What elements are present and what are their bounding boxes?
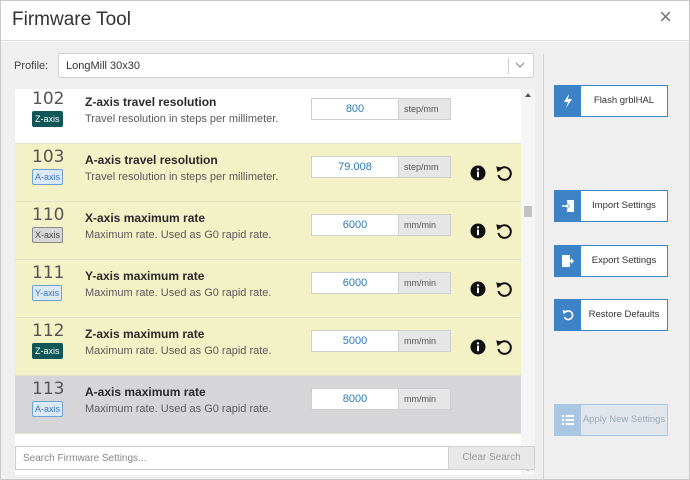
setting-title: X-axis maximum rate bbox=[85, 211, 206, 225]
profile-label: Profile: bbox=[14, 60, 49, 72]
axis-badge: A-axis bbox=[32, 401, 64, 417]
axis-badge: X-axis bbox=[32, 227, 64, 243]
setting-description: Travel resolution in steps per millimete… bbox=[85, 171, 279, 183]
scroll-thumb[interactable] bbox=[524, 206, 532, 217]
setting-title: Y-axis maximum rate bbox=[85, 269, 205, 283]
bolt-icon bbox=[555, 86, 581, 116]
setting-unit: step/mm bbox=[399, 156, 451, 178]
list-icon bbox=[555, 405, 581, 435]
profile-select[interactable]: LongMill 30x30 bbox=[58, 53, 534, 78]
setting-row-113: 113 A-axis A-axis maximum rate Maximum r… bbox=[15, 376, 525, 434]
reset-icon[interactable] bbox=[495, 280, 513, 298]
settings-list[interactable]: 102 Z-axis Z-axis travel resolution Trav… bbox=[15, 89, 535, 475]
firmware-tool-dialog: Firmware Tool × Profile: LongMill 30x30 … bbox=[0, 0, 690, 480]
profile-value: LongMill 30x30 bbox=[66, 60, 140, 72]
setting-value-input[interactable]: 5000 bbox=[311, 330, 399, 352]
setting-description: Travel resolution in steps per millimete… bbox=[85, 113, 279, 125]
setting-value-input[interactable]: 8000 bbox=[311, 388, 399, 410]
export-settings-label: Export Settings bbox=[591, 255, 657, 266]
setting-value-input[interactable]: 6000 bbox=[311, 272, 399, 294]
profile-divider bbox=[508, 58, 509, 74]
setting-unit: mm/min bbox=[399, 272, 451, 294]
setting-number: 110 bbox=[32, 205, 65, 225]
setting-number: 111 bbox=[32, 263, 65, 283]
import-settings-button[interactable]: Import Settings bbox=[554, 190, 668, 222]
setting-value-input[interactable]: 79.008 bbox=[311, 156, 399, 178]
axis-badge: Z-axis bbox=[32, 343, 63, 359]
scroll-up-icon[interactable] bbox=[525, 93, 531, 97]
setting-title: Z-axis maximum rate bbox=[85, 327, 205, 341]
apply-settings-button[interactable]: Apply New Settings bbox=[554, 404, 668, 436]
setting-title: A-axis maximum rate bbox=[85, 385, 206, 399]
sidebar-divider bbox=[543, 54, 544, 479]
search-input[interactable]: Search Firmware Settings... bbox=[15, 446, 448, 470]
setting-unit: step/mm bbox=[399, 98, 451, 120]
setting-row-103: 103 A-axis A-axis travel resolution Trav… bbox=[15, 144, 525, 202]
clear-search-button[interactable]: Clear Search bbox=[448, 446, 535, 470]
settings-scrollbar[interactable] bbox=[521, 89, 535, 475]
info-icon[interactable] bbox=[470, 165, 486, 181]
setting-unit: mm/min bbox=[399, 388, 451, 410]
setting-value-input[interactable]: 6000 bbox=[311, 214, 399, 236]
setting-description: Maximum rate. Used as G0 rapid rate. bbox=[85, 287, 272, 299]
setting-number: 112 bbox=[32, 321, 65, 341]
dialog-titlebar: Firmware Tool × bbox=[1, 1, 689, 41]
setting-row-102: 102 Z-axis Z-axis travel resolution Trav… bbox=[15, 89, 525, 144]
setting-row-111: 111 Y-axis Y-axis maximum rate Maximum r… bbox=[15, 260, 525, 318]
restore-defaults-label: Restore Defaults bbox=[588, 309, 660, 320]
restore-icon bbox=[555, 300, 581, 330]
setting-description: Maximum rate. Used as G0 rapid rate. bbox=[85, 229, 272, 241]
restore-defaults-button[interactable]: Restore Defaults bbox=[554, 299, 668, 331]
setting-row-110: 110 X-axis X-axis maximum rate Maximum r… bbox=[15, 202, 525, 260]
search-placeholder: Search Firmware Settings... bbox=[23, 453, 147, 464]
setting-row-112: 112 Z-axis Z-axis maximum rate Maximum r… bbox=[15, 318, 525, 376]
flash-button-label: Flash grblHAL bbox=[593, 95, 655, 106]
info-icon[interactable] bbox=[470, 339, 486, 355]
setting-title: Z-axis travel resolution bbox=[85, 95, 217, 109]
setting-number: 103 bbox=[32, 147, 65, 167]
setting-description: Maximum rate. Used as G0 rapid rate. bbox=[85, 403, 272, 415]
axis-badge: Y-axis bbox=[32, 285, 63, 301]
setting-number: 113 bbox=[32, 379, 65, 399]
dialog-content: Profile: LongMill 30x30 102 Z-axis Z-axi… bbox=[1, 42, 689, 479]
setting-unit: mm/min bbox=[399, 214, 451, 236]
export-settings-button[interactable]: Export Settings bbox=[554, 245, 668, 277]
info-icon[interactable] bbox=[470, 281, 486, 297]
setting-value-input[interactable]: 800 bbox=[311, 98, 399, 120]
info-icon[interactable] bbox=[470, 223, 486, 239]
import-icon bbox=[555, 191, 581, 221]
export-icon bbox=[555, 246, 581, 276]
dialog-title: Firmware Tool bbox=[12, 9, 131, 30]
chevron-down-icon bbox=[515, 62, 525, 68]
setting-title: A-axis travel resolution bbox=[85, 153, 218, 167]
axis-badge: Z-axis bbox=[32, 111, 63, 127]
reset-icon[interactable] bbox=[495, 222, 513, 240]
import-settings-label: Import Settings bbox=[592, 200, 656, 211]
setting-description: Maximum rate. Used as G0 rapid rate. bbox=[85, 345, 272, 357]
flash-button[interactable]: Flash grblHAL bbox=[554, 85, 668, 117]
setting-unit: mm/min bbox=[399, 330, 451, 352]
close-icon[interactable]: × bbox=[659, 6, 672, 28]
reset-icon[interactable] bbox=[495, 164, 513, 182]
reset-icon[interactable] bbox=[495, 338, 513, 356]
apply-settings-label: Apply New Settings bbox=[582, 414, 666, 425]
setting-number: 102 bbox=[32, 89, 65, 109]
axis-badge: A-axis bbox=[32, 169, 64, 185]
